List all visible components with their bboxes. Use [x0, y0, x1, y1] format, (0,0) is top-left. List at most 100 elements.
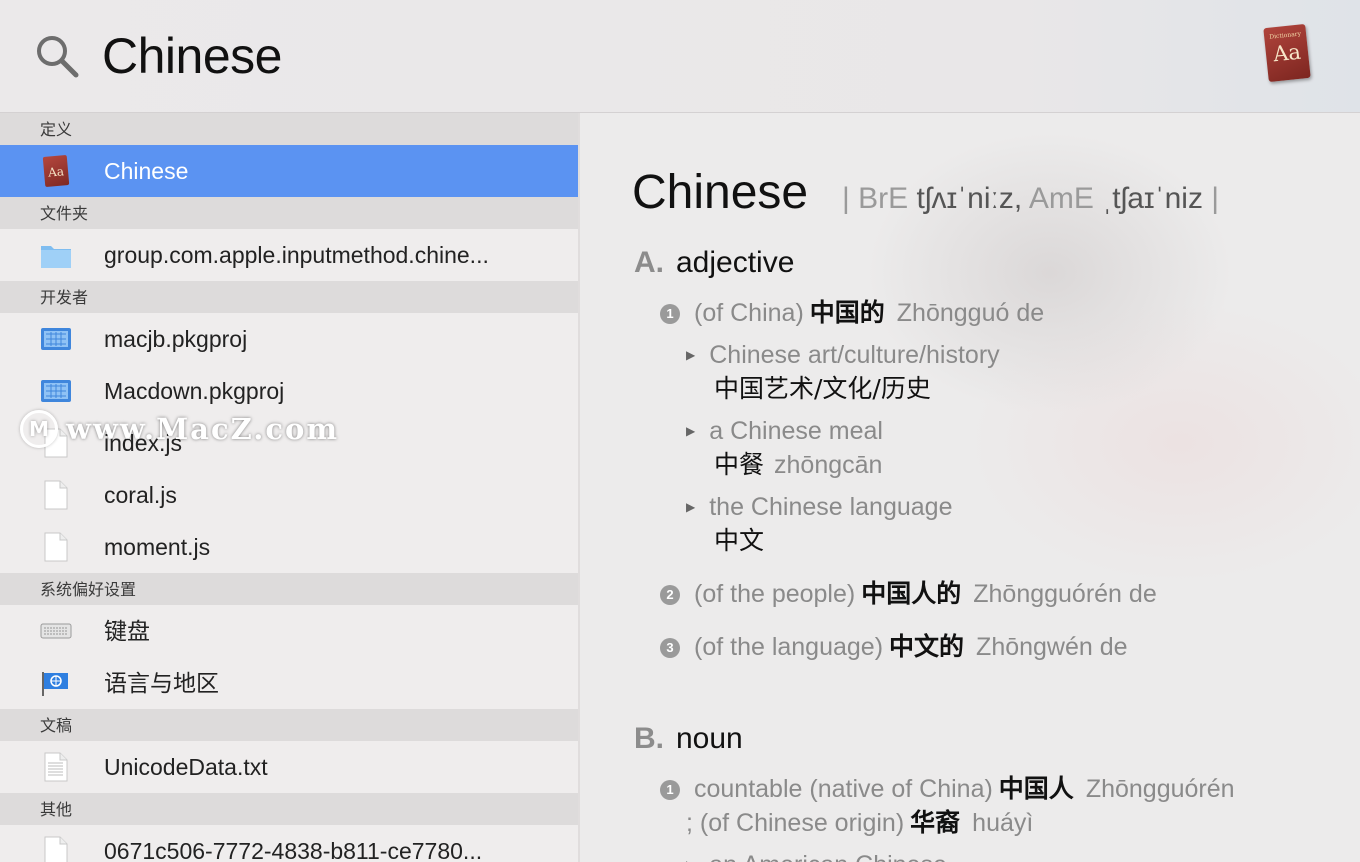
result-row[interactable]: Aa Chinese — [0, 145, 578, 197]
text-document-icon — [44, 752, 68, 782]
sense-gloss: countable (native of China) — [694, 775, 993, 803]
dictionary-icon: Aa — [42, 155, 70, 187]
example-translation: 中餐 zhōngcān — [714, 448, 882, 482]
example-translation: 中国艺术/文化/历史 — [714, 372, 931, 406]
document-icon — [44, 836, 68, 862]
document-icon — [44, 532, 68, 562]
result-row[interactable]: moment.js — [0, 521, 578, 573]
pos-letter: B. — [634, 722, 664, 755]
result-row[interactable]: UnicodeData.txt — [0, 741, 578, 793]
sense-item: 1 (of China) 中国的 Zhōngguó de — [660, 296, 1044, 330]
example-zh: 中文 — [714, 526, 765, 555]
section-header: 文件夹 — [0, 197, 578, 229]
result-row[interactable]: 键盘 — [0, 605, 578, 657]
sense-pinyin: Zhōngguórén de — [973, 580, 1157, 608]
result-label: 键盘 — [104, 618, 150, 644]
pron-bre-label: BrE — [858, 182, 909, 215]
sense-item: 2 (of the people) 中国人的 Zhōngguórén de — [660, 577, 1157, 611]
dictionary-icon-label: Aa — [1271, 39, 1303, 67]
triangle-bullet-icon: ▶ — [686, 858, 695, 862]
result-label: moment.js — [104, 534, 211, 560]
sense-item: 3 (of the language) 中文的 Zhōngwén de — [660, 630, 1128, 664]
pron-ame-label: AmE — [1028, 182, 1094, 215]
result-label: macjb.pkgproj — [104, 326, 248, 352]
sense-pinyin: huáyì — [972, 809, 1034, 837]
section-header: 开发者 — [0, 281, 578, 313]
watermark-logo-icon: M — [20, 410, 58, 448]
xcode-project-icon — [41, 328, 71, 350]
entry-headword: Chinese — [632, 166, 809, 219]
sense-translation: 中国人 — [998, 774, 1074, 803]
sense-number: 3 — [660, 638, 680, 658]
sense-pinyin: Zhōngwén de — [976, 633, 1128, 661]
watermark: Mwww.MacZ.com — [20, 410, 339, 452]
sense-number: 1 — [660, 780, 680, 800]
sense-item: 1 countable (native of China) 中国人 Zhōngguór… — [660, 772, 1235, 806]
sense-pinyin: Zhōngguórén — [1085, 775, 1235, 803]
example-text: the Chinese language — [709, 493, 953, 521]
example-text: Chinese art/culture/history — [709, 341, 1000, 369]
sense-pinyin: Zhōngguó de — [896, 299, 1045, 327]
example-zh: 中国艺术/文化/历史 — [714, 374, 931, 403]
results-list: 定义 Aa Chinese 文件夹 group.com.apple.inputm… — [0, 113, 578, 862]
sense-translation: 中国人的 — [861, 579, 962, 608]
sense-gloss: (of the language) — [694, 633, 884, 661]
spotlight-window: Chinese Dictionary Aa 定义 Aa Chinese 文件夹 … — [0, 0, 1360, 862]
sense-gloss: (of the people) — [694, 580, 856, 608]
sense-number: 1 — [660, 304, 680, 324]
pron-bre: tʃʌɪˈniːz, — [916, 182, 1023, 215]
pos-letter: A. — [634, 246, 664, 279]
example-item: ▶ a Chinese meal — [686, 414, 883, 448]
example-zh: 中餐 — [714, 450, 765, 479]
xcode-project-icon — [41, 380, 71, 402]
result-row[interactable]: group.com.apple.inputmethod.chine... — [0, 229, 578, 281]
sense-gloss: ; (of Chinese origin) — [686, 809, 905, 837]
document-icon — [44, 480, 68, 510]
result-label: 0671c506-7772-4838-b811-ce7780... — [104, 838, 483, 862]
section-header: 定义 — [0, 113, 578, 145]
example-item: ▶ Chinese art/culture/history — [686, 338, 1000, 372]
search-input[interactable]: Chinese — [102, 24, 282, 88]
part-of-speech: B. noun — [634, 719, 743, 759]
sense-translation: 华裔 — [910, 808, 961, 837]
result-row[interactable]: coral.js — [0, 469, 578, 521]
entry-pronunciation: | BrE tʃʌɪˈniːz, AmE ˌtʃaɪˈniz | — [842, 179, 1219, 219]
result-row[interactable]: macjb.pkgproj — [0, 313, 578, 365]
watermark-text: www.MacZ.com — [66, 412, 340, 446]
triangle-bullet-icon: ▶ — [686, 424, 696, 438]
example-text: an American Chinese — [709, 851, 947, 862]
example-text: a Chinese meal — [709, 417, 883, 445]
pos-label: noun — [676, 722, 743, 755]
sense-continuation: ; (of Chinese origin) 华裔 huáyì — [686, 806, 1033, 840]
dictionary-preview: Chinese | BrE tʃʌɪˈniːz, AmE ˌtʃaɪˈniz |… — [580, 113, 1360, 862]
section-header: 其他 — [0, 793, 578, 825]
folder-icon — [41, 246, 71, 268]
result-label: 语言与地区 — [104, 670, 219, 696]
part-of-speech: A. adjective — [634, 243, 794, 283]
result-row[interactable]: 0671c506-7772-4838-b811-ce7780... — [0, 825, 578, 862]
flag-globe-icon — [42, 672, 68, 696]
result-label: Chinese — [104, 158, 189, 184]
example-item: ▶ the Chinese language — [686, 490, 952, 524]
sense-gloss: (of China) — [694, 299, 804, 327]
search-bar: Chinese Dictionary Aa — [0, 0, 1360, 113]
section-header: 文稿 — [0, 709, 578, 741]
result-row[interactable]: 语言与地区 — [0, 657, 578, 709]
keyboard-icon — [40, 623, 72, 639]
dictionary-icon: Dictionary Aa — [1263, 23, 1311, 83]
example-translation: 中文 — [714, 524, 764, 558]
sense-number: 2 — [660, 585, 680, 605]
result-label: UnicodeData.txt — [104, 754, 268, 780]
section-header: 系统偏好设置 — [0, 573, 578, 605]
pron-separator: | — [842, 182, 850, 215]
search-icon — [37, 36, 79, 78]
sense-translation: 中文的 — [889, 632, 965, 661]
example-item: ▶ an American Chinese — [686, 848, 947, 862]
triangle-bullet-icon: ▶ — [686, 500, 696, 514]
result-label: group.com.apple.inputmethod.chine... — [104, 242, 489, 268]
example-pinyin: zhōngcān — [774, 451, 883, 479]
result-label: coral.js — [104, 482, 177, 508]
triangle-bullet-icon: ▶ — [686, 348, 696, 362]
pos-label: adjective — [676, 246, 795, 279]
pron-separator: | — [1211, 182, 1220, 215]
